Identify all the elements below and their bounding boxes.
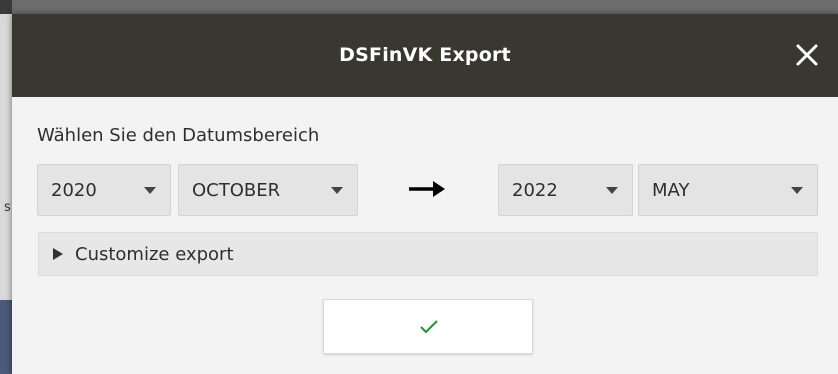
backdrop-fragment-text: s [4, 200, 11, 215]
customize-export-label: Customize export [75, 244, 234, 265]
to-month-value: MAY [652, 180, 690, 201]
arrow-right-icon [409, 181, 445, 197]
from-year-select[interactable]: 2020 [37, 164, 171, 216]
chevron-down-icon [606, 187, 618, 194]
close-button[interactable] [790, 38, 824, 72]
chevron-down-icon [144, 187, 156, 194]
to-month-select[interactable]: MAY [638, 164, 818, 216]
close-icon [796, 44, 818, 66]
backdrop-left: s [0, 0, 12, 374]
from-year-value: 2020 [51, 180, 97, 201]
backdrop-strip-top [0, 0, 12, 14]
checkmark-icon [420, 320, 438, 334]
customize-export-toggle[interactable]: Customize export [38, 232, 818, 276]
backdrop-strip-bottom [0, 300, 12, 374]
confirm-button[interactable] [323, 299, 533, 354]
export-dialog: DSFinVK Export Wählen Sie den Datumsbere… [12, 14, 838, 374]
from-month-value: OCTOBER [192, 180, 281, 201]
chevron-down-icon [331, 187, 343, 194]
dialog-header: DSFinVK Export [12, 14, 838, 97]
chevron-down-icon [791, 187, 803, 194]
from-month-select[interactable]: OCTOBER [178, 164, 358, 216]
caret-right-icon [53, 248, 63, 260]
backdrop-top [0, 0, 838, 14]
to-year-value: 2022 [512, 180, 558, 201]
dialog-title: DSFinVK Export [339, 44, 511, 66]
date-range-subtitle: Wählen Sie den Datumsbereich [37, 125, 320, 146]
to-year-select[interactable]: 2022 [498, 164, 633, 216]
